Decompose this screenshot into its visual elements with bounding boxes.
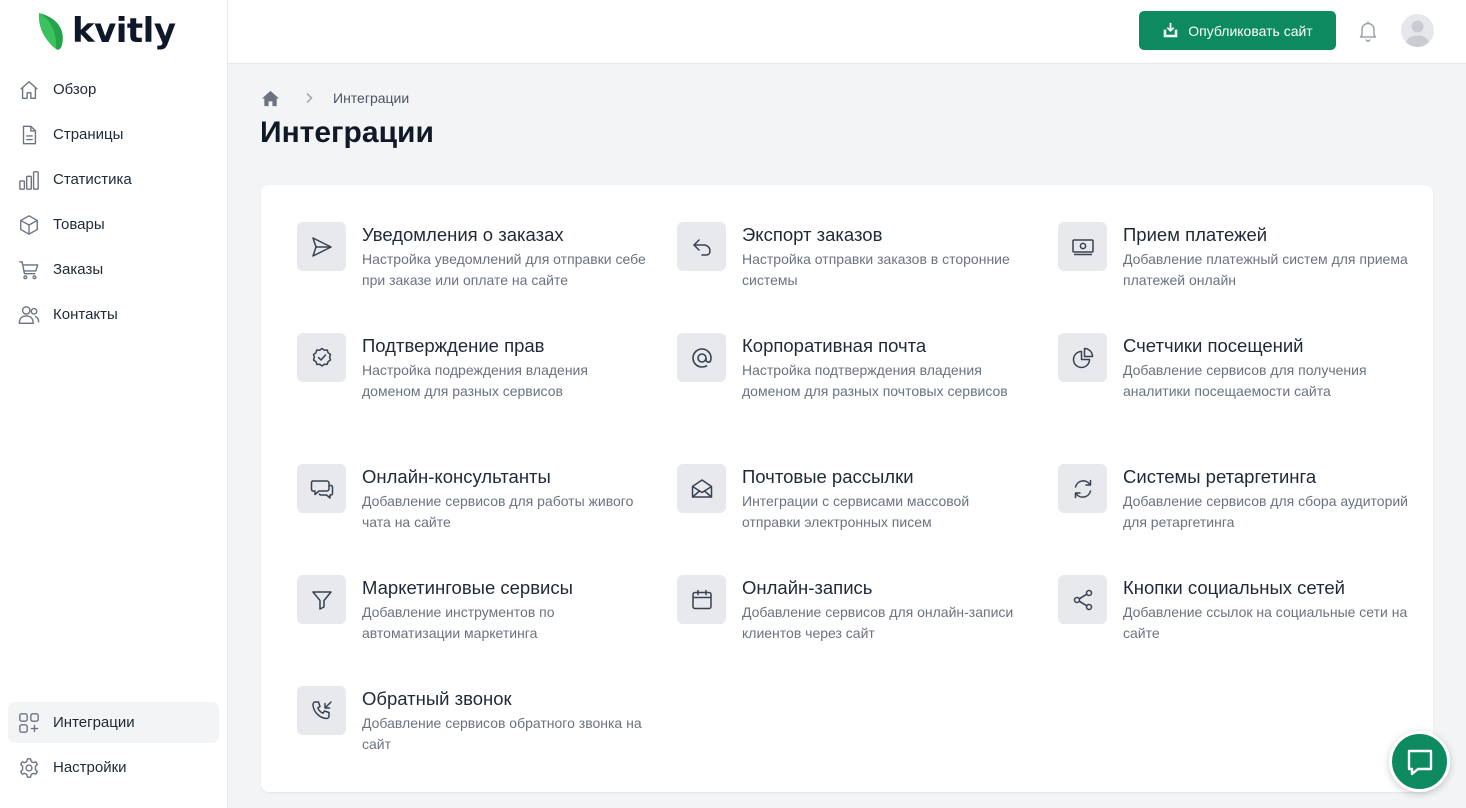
integration-title: Маркетинговые сервисы [362, 577, 573, 598]
integration-card-rights-verification[interactable]: Подтверждение прав Настройка подреждения… [297, 333, 647, 401]
integration-title: Системы ретаргетинга [1123, 466, 1317, 487]
integration-card-social-buttons[interactable]: Кнопки социальных сетей Добавление ссыло… [1058, 575, 1408, 643]
integration-card-order-notifications[interactable]: Уведомления о заказах Настройка уведомле… [297, 222, 647, 290]
home-icon [18, 79, 40, 101]
phone-incoming-icon [297, 686, 346, 735]
integration-title: Уведомления о заказах [362, 224, 564, 245]
chat-icon [1407, 749, 1432, 775]
sidebar-item-contacts[interactable]: Контакты [8, 294, 219, 335]
integration-description: Настройка уведомлений для отправки себе … [362, 251, 646, 288]
bar-chart-icon [18, 169, 40, 191]
integration-card-corporate-mail[interactable]: Корпоративная почта Настройка подтвержде… [677, 333, 1027, 401]
integration-card-online-booking[interactable]: Онлайн-запись Добавление сервисов для он… [677, 575, 1027, 643]
sidebar-item-integrations[interactable]: Интеграции [8, 702, 219, 743]
integration-description: Настройка подреждения владения доменом д… [362, 362, 588, 399]
sidebar: kvitly Обзор Страницы Статистика Товары [0, 0, 228, 808]
squares-plus-icon [18, 712, 40, 734]
refresh-icon [1058, 464, 1107, 513]
integration-title: Прием платежей [1123, 224, 1268, 245]
cart-icon [18, 259, 40, 281]
chat-bubbles-icon [297, 464, 346, 513]
sidebar-item-label: Заказы [53, 261, 104, 278]
sidebar-item-settings[interactable]: Настройки [8, 747, 219, 788]
integration-card-retargeting[interactable]: Системы ретаргетинга Добавление сервисов… [1058, 464, 1408, 532]
kvitly-logo[interactable]: kvitly [36, 10, 176, 52]
undo-arrow-icon [677, 222, 726, 271]
chevron-right-icon [306, 92, 313, 104]
funnel-icon [297, 575, 346, 624]
integration-description: Добавление сервисов для работы живого ча… [362, 493, 634, 530]
sidebar-item-label: Обзор [53, 81, 97, 98]
at-sign-icon [677, 333, 726, 382]
users-icon [18, 304, 40, 326]
sidebar-item-label: Настройки [53, 759, 127, 776]
breadcrumb: Интеграции [261, 87, 409, 109]
sidebar-item-label: Страницы [53, 126, 124, 143]
envelope-open-icon [677, 464, 726, 513]
pie-chart-icon [1058, 333, 1107, 382]
integration-card-callback[interactable]: Обратный звонок Добавление сервисов обра… [297, 686, 647, 754]
box-icon [18, 214, 40, 236]
sidebar-bottom-nav: Интеграции Настройки [8, 702, 219, 792]
publish-icon [1163, 22, 1178, 38]
integration-description: Добавление сервисов для сбора аудиторий … [1123, 493, 1409, 530]
leaf-logo-icon [38, 13, 63, 50]
integration-title: Обратный звонок [362, 688, 512, 709]
publish-site-button[interactable]: Опубликовать сайт [1139, 11, 1336, 50]
integrations-panel: Уведомления о заказах Настройка уведомле… [261, 185, 1433, 792]
integration-description: Добавление инструментов по автоматизации… [362, 604, 555, 641]
integration-title: Кнопки социальных сетей [1123, 577, 1345, 598]
logo-text: kvitly [72, 11, 176, 51]
sidebar-item-orders[interactable]: Заказы [8, 249, 219, 290]
sidebar-item-overview[interactable]: Обзор [8, 69, 219, 110]
sidebar-item-label: Интеграции [53, 714, 135, 731]
integration-title: Счетчики посещений [1123, 335, 1304, 356]
integration-title: Онлайн-запись [742, 577, 873, 598]
paper-plane-icon [297, 222, 346, 271]
banknotes-icon [1058, 222, 1107, 271]
integration-description: Добавление ссылок на социальные сети на … [1123, 604, 1408, 641]
topbar: Опубликовать сайт [228, 0, 1466, 64]
sidebar-item-products[interactable]: Товары [8, 204, 219, 245]
integration-title: Подтверждение прав [362, 335, 545, 356]
gear-icon [18, 757, 40, 779]
integration-card-marketing[interactable]: Маркетинговые сервисы Добавление инструм… [297, 575, 647, 643]
integration-card-payments[interactable]: Прием платежей Добавление платежный сист… [1058, 222, 1408, 290]
sidebar-item-statistics[interactable]: Статистика [8, 159, 219, 200]
support-chat-button[interactable] [1389, 731, 1450, 792]
sidebar-item-pages[interactable]: Страницы [8, 114, 219, 155]
integration-card-online-consultants[interactable]: Онлайн-консультанты Добавление сервисов … [297, 464, 647, 532]
sidebar-item-label: Статистика [53, 171, 132, 188]
integration-title: Почтовые рассылки [742, 466, 914, 487]
integration-description: Добавление платежный систем для приема п… [1123, 251, 1408, 288]
integration-title: Экспорт заказов [742, 224, 883, 245]
breadcrumb-current[interactable]: Интеграции [333, 90, 409, 106]
integration-description: Настройка отправки заказов в сторонние с… [742, 251, 1010, 288]
sidebar-nav: Обзор Страницы Статистика Товары Заказы [8, 69, 219, 339]
sidebar-item-label: Товары [53, 216, 105, 233]
document-icon [18, 124, 40, 146]
page-title: Интеграции [260, 116, 434, 149]
home-icon[interactable] [261, 89, 280, 108]
integration-card-visit-counters[interactable]: Счетчики посещений Добавление сервисов д… [1058, 333, 1408, 401]
share-icon [1058, 575, 1107, 624]
user-avatar-icon [1405, 20, 1430, 47]
publish-label: Опубликовать сайт [1188, 22, 1313, 39]
sidebar-item-label: Контакты [53, 306, 118, 323]
integration-card-order-export[interactable]: Экспорт заказов Настройка отправки заказ… [677, 222, 1027, 290]
integration-title: Корпоративная почта [742, 335, 927, 356]
integration-card-mailing[interactable]: Почтовые рассылки Интеграции с сервисами… [677, 464, 1027, 532]
bell-icon[interactable] [1356, 19, 1380, 43]
integration-title: Онлайн-консультанты [362, 466, 551, 487]
badge-check-icon [297, 333, 346, 382]
integration-description: Добавление сервисов для получения аналит… [1123, 362, 1367, 399]
integration-description: Интеграции с сервисами массовой отправки… [742, 493, 970, 530]
calendar-icon [677, 575, 726, 624]
integration-description: Добавление сервисов обратного звонка на … [362, 715, 642, 752]
integration-description: Настройка подтверждения владения доменом… [742, 362, 1008, 399]
integration-description: Добавление сервисов для онлайн-записи кл… [742, 604, 1014, 641]
avatar[interactable] [1401, 14, 1434, 47]
